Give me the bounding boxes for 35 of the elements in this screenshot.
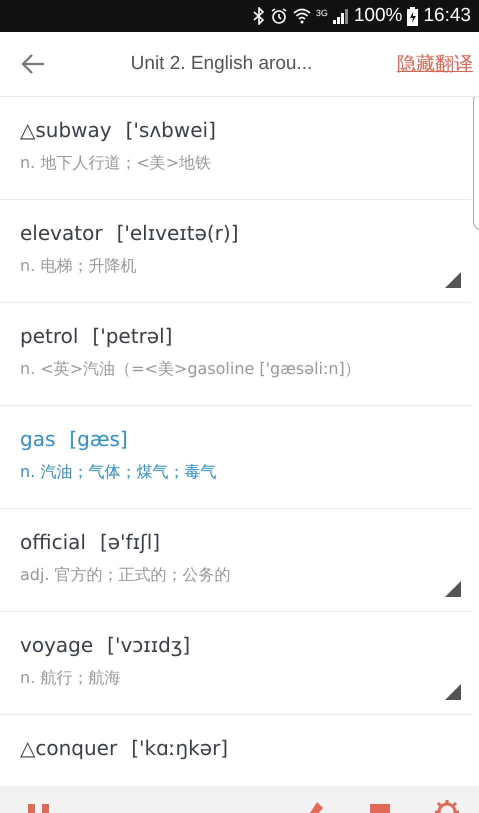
word: △subway xyxy=(20,118,112,142)
definition: adj. 官方的；正式的；公务的 xyxy=(20,565,232,586)
phonetic: [ə'fɪʃl] xyxy=(100,530,160,554)
definition: n. <英>汽油（=<美>gasoline ['gæsəli:n]） xyxy=(20,359,362,380)
definition: n. 航行；航海 xyxy=(20,668,122,689)
word-item[interactable]: voyage ['vɔɪɪdʒ] n. 航行；航海 xyxy=(0,612,471,715)
alarm-icon xyxy=(270,7,288,25)
word-item[interactable]: △subway ['sʌbwei] n. 地下人行道；<美>地铁 xyxy=(0,97,471,200)
phonetic: ['vɔɪɪdʒ] xyxy=(107,633,190,657)
word-item[interactable]: gas [gæs] n. 汽油；气体；煤气；毒气 xyxy=(0,406,471,509)
phonetic: ['sʌbwei] xyxy=(126,118,216,142)
wifi-icon xyxy=(292,7,311,25)
phonetic: [gæs] xyxy=(69,427,128,451)
definition: n. 电梯；升降机 xyxy=(20,256,138,277)
definition: n. 地下人行道；<美>地铁 xyxy=(20,153,212,174)
phonetic: ['petrəl] xyxy=(92,324,172,348)
word: elevator xyxy=(20,221,103,245)
battery-icon xyxy=(407,6,418,26)
battery-percent: 100% xyxy=(354,5,402,27)
word-item[interactable]: official [ə'fɪʃl] adj. 官方的；正式的；公务的 xyxy=(0,509,471,612)
word: △conquer xyxy=(20,736,118,760)
word-item[interactable]: elevator ['elɪveɪtə(r)] n. 电梯；升降机 xyxy=(0,200,471,303)
phonetic: ['elɪveɪtə(r)] xyxy=(116,221,239,245)
word-item[interactable]: petrol ['petrəl] n. <英>汽油（=<美>gasoline ['gæsəli:n]） xyxy=(0,303,471,406)
phonetic: ['kɑːŋkər] xyxy=(131,736,228,760)
signal-icon xyxy=(332,8,349,24)
word: voyage xyxy=(20,633,94,657)
bluetooth-icon xyxy=(252,7,265,25)
page-title: Unit 2. English arou... xyxy=(130,53,314,75)
definition: n. 汽油；气体；煤气；毒气 xyxy=(20,462,218,483)
word: official xyxy=(20,530,86,554)
word: gas xyxy=(20,427,56,451)
clock: 16:43 xyxy=(423,5,471,27)
word: petrol xyxy=(20,324,78,348)
network-label: 3G xyxy=(316,8,328,18)
